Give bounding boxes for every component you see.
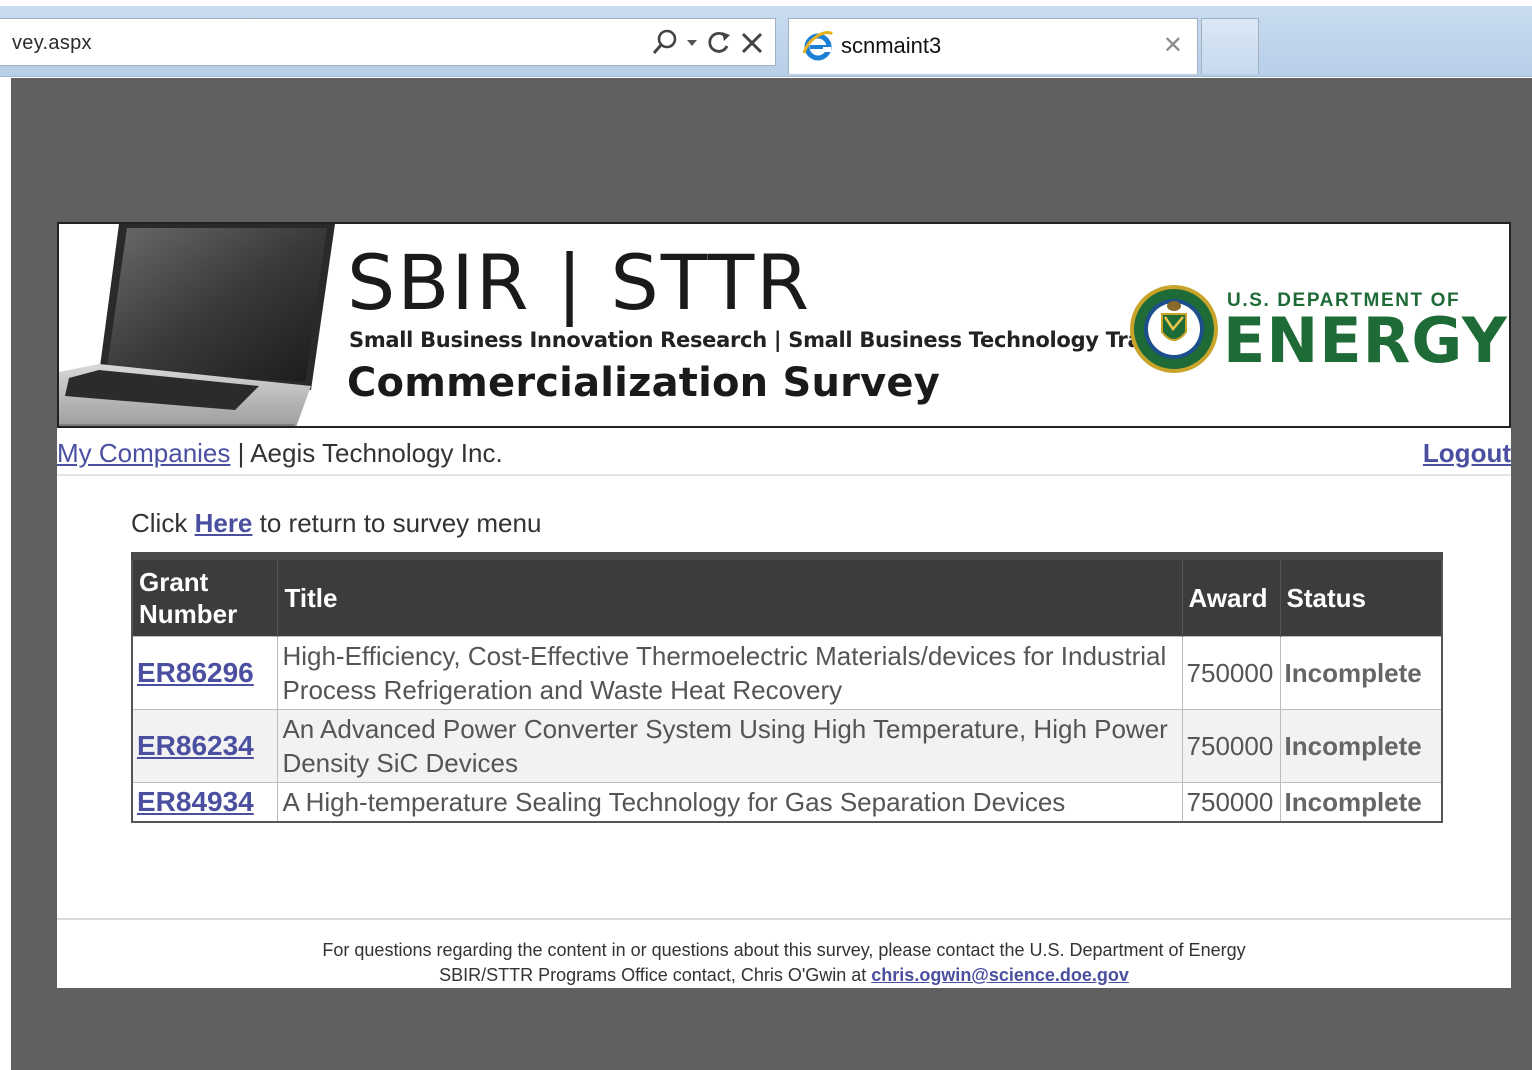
search-icon[interactable] — [651, 27, 679, 57]
laptop-image — [59, 224, 349, 426]
grants-table: Grant Number Title Award Status ER86296 … — [131, 552, 1443, 823]
brand-subtitle: Small Business Innovation Research | Sma… — [349, 328, 1202, 352]
award-cell: 750000 — [1181, 709, 1281, 783]
header-banner: SBIR | STTR Small Business Innovation Re… — [57, 222, 1511, 428]
table-row: ER84934 A High-temperature Sealing Techn… — [131, 782, 1443, 823]
here-link[interactable]: Here — [195, 508, 253, 538]
footer-line-2: SBIR/STTR Programs Office contact, Chris… — [57, 963, 1511, 988]
table-row: ER86296 High-Efficiency, Cost-Effective … — [131, 636, 1443, 710]
footer-contact-text: SBIR/STTR Programs Office contact, Chris… — [439, 965, 867, 985]
page-container: SBIR | STTR Small Business Innovation Re… — [57, 222, 1511, 988]
title-cell: A High-temperature Sealing Technology fo… — [277, 782, 1183, 823]
grant-link[interactable]: ER86234 — [137, 730, 254, 761]
my-companies-link[interactable]: My Companies — [57, 438, 230, 468]
footer-line-1: For questions regarding the content in o… — [322, 940, 1246, 960]
grant-link[interactable]: ER84934 — [137, 786, 254, 817]
grant-cell: ER86234 — [131, 709, 279, 783]
nav-separator: | — [237, 438, 245, 468]
address-bar[interactable]: vey.aspx — [0, 18, 776, 66]
logout-link[interactable]: Logout — [1423, 438, 1511, 469]
company-name: Aegis Technology Inc. — [250, 438, 503, 468]
return-prefix: Click — [131, 508, 188, 538]
status-cell: Incomplete — [1279, 782, 1443, 823]
nav-row: My Companies | Aegis Technology Inc. Log… — [57, 432, 1511, 476]
header-grant-number: Grant Number — [131, 552, 278, 637]
new-tab-button[interactable] — [1201, 18, 1259, 74]
nav-left: My Companies | Aegis Technology Inc. — [57, 438, 503, 469]
browser-tab[interactable]: scnmaint3 ✕ — [788, 18, 1198, 74]
address-text[interactable]: vey.aspx — [12, 32, 92, 55]
tab-close-icon[interactable]: ✕ — [1163, 31, 1183, 60]
grant-cell: ER86296 — [131, 636, 279, 710]
table-row: ER86234 An Advanced Power Converter Syst… — [131, 709, 1443, 783]
title-cell: High-Efficiency, Cost-Effective Thermoel… — [277, 636, 1183, 710]
page-footer: For questions regarding the content in o… — [57, 918, 1511, 988]
browser-chrome: vey.aspx scnmaint3 ✕ — [0, 0, 1532, 78]
survey-title: Commercialization Survey — [347, 360, 940, 406]
stop-icon[interactable] — [739, 27, 765, 57]
tab-title: scnmaint3 — [841, 33, 942, 58]
header-award: Award — [1181, 552, 1281, 637]
status-cell: Incomplete — [1279, 709, 1443, 783]
header-status: Status — [1279, 552, 1442, 637]
dropdown-arrow-icon[interactable] — [685, 27, 699, 57]
award-cell: 750000 — [1181, 782, 1281, 823]
return-suffix: to return to survey menu — [259, 508, 542, 538]
return-line: Click Here to return to survey menu — [131, 508, 541, 539]
footer-email-link[interactable]: chris.ogwin@science.doe.gov — [871, 965, 1129, 985]
grant-link[interactable]: ER86296 — [137, 657, 254, 688]
grant-cell: ER84934 — [131, 782, 279, 823]
table-header-row: Grant Number Title Award Status — [131, 552, 1442, 637]
brand-title: SBIR | STTR — [347, 238, 812, 327]
doe-energy-label: ENERGY — [1223, 304, 1508, 377]
doe-seal-icon — [1130, 285, 1218, 373]
ie-logo-icon — [802, 31, 834, 61]
address-tools — [651, 27, 765, 57]
refresh-icon[interactable] — [705, 27, 733, 57]
page-viewport: SBIR | STTR Small Business Innovation Re… — [11, 78, 1532, 1070]
title-cell: An Advanced Power Converter System Using… — [277, 709, 1183, 783]
award-cell: 750000 — [1181, 636, 1281, 710]
status-cell: Incomplete — [1279, 636, 1443, 710]
header-title: Title — [277, 552, 1183, 637]
